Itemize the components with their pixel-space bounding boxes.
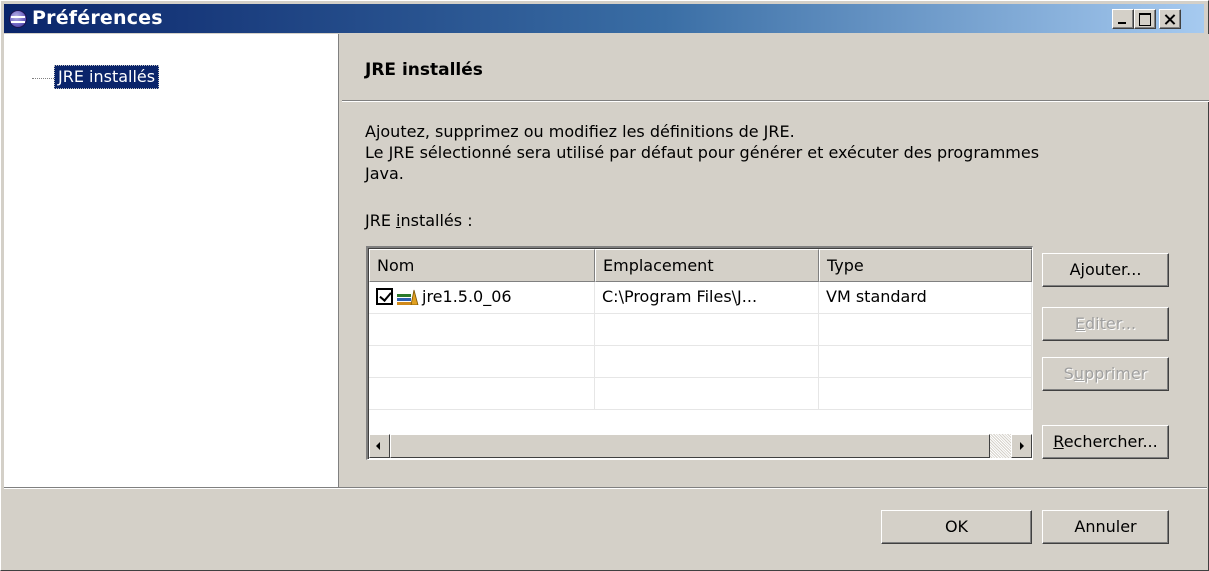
remove-button[interactable]: Supprimer: [1042, 357, 1169, 391]
cell-location: C:\Program Files\J...: [595, 282, 819, 314]
page-description: Ajoutez, supprimez ou modifiez les défin…: [365, 121, 1165, 184]
close-button[interactable]: [1159, 9, 1181, 29]
empty-cell: [595, 314, 819, 346]
preferences-tree: JRE installés: [4, 34, 339, 487]
maximize-button[interactable]: [1134, 9, 1156, 29]
eclipse-icon: [9, 10, 27, 28]
description-line-1: Ajoutez, supprimez ou modifiez les défin…: [365, 122, 795, 141]
preferences-window: Préférences JRE installés JRE installés …: [0, 0, 1209, 571]
table-header: Nom Emplacement Type: [369, 249, 1032, 282]
table-row[interactable]: jre1.5.0_06 C:\Program Files\J... VM sta…: [369, 282, 1032, 314]
column-header-name[interactable]: Nom: [369, 249, 595, 282]
window-title: Préférences: [32, 7, 163, 29]
description-line-3: Java.: [365, 164, 404, 183]
table-row: [369, 314, 1032, 346]
page-header: JRE installés: [342, 34, 1209, 101]
btn-mnemonic: E: [1074, 314, 1085, 333]
page-title: JRE installés: [365, 60, 483, 80]
dialog-separator: [4, 487, 1207, 489]
empty-cell: [369, 314, 595, 346]
scroll-left-button[interactable]: [369, 434, 390, 458]
empty-cell: [595, 346, 819, 378]
column-header-type[interactable]: Type: [819, 249, 1032, 282]
description-line-2: Le JRE sélectionné sera utilisé par défa…: [365, 143, 1040, 162]
btn-text: outer...: [1084, 260, 1142, 279]
column-header-location[interactable]: Emplacement: [595, 249, 819, 282]
edit-button[interactable]: Editer...: [1042, 307, 1169, 341]
table-row: [369, 346, 1032, 378]
btn-text: S: [1063, 364, 1074, 383]
tree-item-installed-jres[interactable]: JRE installés: [54, 65, 160, 89]
ok-button[interactable]: OK: [881, 510, 1032, 544]
title-bar[interactable]: Préférences: [4, 4, 1204, 33]
empty-cell: [819, 314, 1032, 346]
cancel-button[interactable]: Annuler: [1042, 510, 1169, 544]
minimize-button[interactable]: [1112, 9, 1134, 29]
scroll-right-button[interactable]: [1011, 434, 1032, 458]
search-button[interactable]: Rechercher...: [1042, 425, 1169, 459]
scrollbar-thumb[interactable]: [390, 434, 990, 458]
tree-connector-line: [32, 78, 54, 79]
table-body: jre1.5.0_06 C:\Program Files\J... VM sta…: [369, 282, 1032, 427]
horizontal-scrollbar[interactable]: [369, 434, 1032, 458]
label-text-prefix: JRE: [365, 211, 397, 230]
empty-cell: [595, 378, 819, 410]
installed-jres-label: JRE installés :: [365, 211, 473, 230]
btn-text: diter...: [1085, 314, 1137, 333]
btn-text: pprimer: [1083, 364, 1148, 383]
label-text-suffix: nstallés :: [400, 211, 473, 230]
btn-text: echercher...: [1063, 432, 1158, 451]
empty-cell: [819, 378, 1032, 410]
jre-table[interactable]: Nom Emplacement Type jre1.5.0_06 C:\Prog…: [366, 246, 1033, 460]
btn-text: A: [1069, 260, 1081, 279]
add-button[interactable]: Ajouter...: [1042, 253, 1169, 287]
empty-cell: [369, 378, 595, 410]
jre-library-icon: [397, 289, 419, 305]
empty-cell: [819, 346, 1032, 378]
empty-cell: [369, 346, 595, 378]
btn-mnemonic: R: [1053, 432, 1064, 451]
table-row: [369, 378, 1032, 410]
cell-type: VM standard: [819, 282, 1032, 314]
cell-name: jre1.5.0_06: [369, 282, 595, 314]
checkbox-checked-icon[interactable]: [376, 288, 393, 305]
btn-mnemonic: u: [1073, 364, 1084, 383]
jre-name: jre1.5.0_06: [422, 287, 512, 306]
